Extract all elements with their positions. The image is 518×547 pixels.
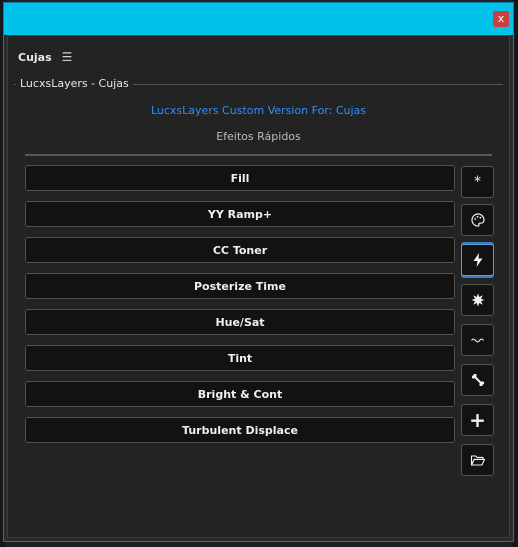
burst-icon xyxy=(471,293,484,307)
effect-button-cc-toner[interactable]: CC Toner xyxy=(25,237,455,263)
custom-version-text: LucxsLayers Custom Version For: Cujas xyxy=(150,104,367,117)
group-label: LucxsLayers - Cujas xyxy=(16,77,133,90)
lightning-button[interactable] xyxy=(461,244,494,276)
wave-button[interactable] xyxy=(461,324,494,356)
bone-button[interactable] xyxy=(461,364,494,396)
asterisk-icon: * xyxy=(474,174,481,190)
palette-icon xyxy=(470,213,485,227)
effect-button-hue-sat[interactable]: Hue/Sat xyxy=(25,309,455,335)
effect-button-fill[interactable]: Fill xyxy=(25,165,455,191)
hamburger-menu-icon[interactable]: ☰ xyxy=(62,50,73,64)
effect-button-bright-cont[interactable]: Bright & Cont xyxy=(25,381,455,407)
separator xyxy=(25,154,492,156)
asterisk-button[interactable]: * xyxy=(461,166,494,198)
effect-button-yy-ramp[interactable]: YY Ramp+ xyxy=(25,201,455,227)
effect-button-turbulent-displace[interactable]: Turbulent Displace xyxy=(25,417,455,443)
wave-icon xyxy=(470,338,484,343)
extension-panel: Cujas ☰ LucxsLayers - Cujas LucxsLayers … xyxy=(7,35,510,538)
window-titlebar[interactable]: x xyxy=(4,3,513,35)
plus-button[interactable]: + xyxy=(461,404,494,436)
effect-button-tint[interactable]: Tint xyxy=(25,345,455,371)
palette-button[interactable] xyxy=(461,204,494,236)
panel-title: Cujas xyxy=(18,50,52,64)
section-subtitle: Efeitos Rápidos xyxy=(216,130,301,143)
plus-icon: + xyxy=(469,408,486,432)
bone-icon xyxy=(471,373,484,387)
folder-open-button[interactable] xyxy=(461,444,494,476)
effect-button-posterize-time[interactable]: Posterize Time xyxy=(25,273,455,299)
folder-open-icon xyxy=(470,455,485,466)
close-button[interactable]: x xyxy=(493,11,509,27)
panel-header: Cujas ☰ xyxy=(18,50,72,64)
floating-window: x Cujas ☰ LucxsLayers - Cujas LucxsLayer… xyxy=(3,2,514,542)
lightning-icon xyxy=(473,253,482,267)
burst-button[interactable] xyxy=(461,284,494,316)
